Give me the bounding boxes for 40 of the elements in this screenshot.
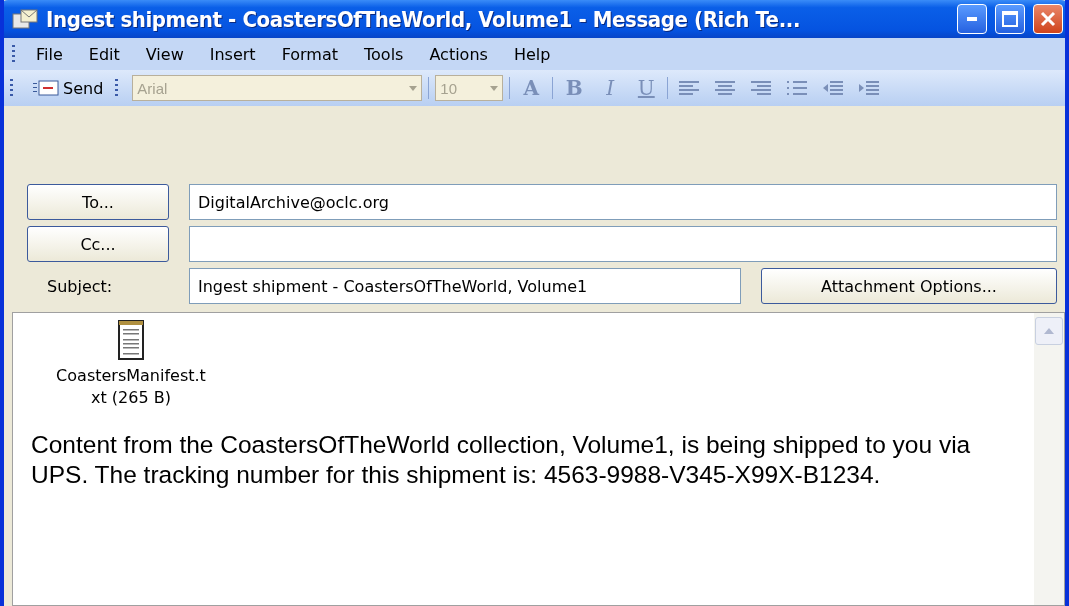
minimize-button[interactable] <box>957 4 987 34</box>
decrease-indent-icon <box>822 79 845 97</box>
menu-item[interactable]: Edit <box>75 44 133 64</box>
envelope-icon <box>33 80 59 96</box>
increase-indent-icon <box>858 79 881 97</box>
subject-label: Subject: <box>46 276 114 296</box>
minimize-icon <box>967 17 977 21</box>
menu-item[interactable]: View <box>132 44 197 64</box>
up-arrow-icon <box>1044 328 1054 334</box>
text-file-icon[interactable] <box>117 319 145 361</box>
attachment-name[interactable]: CoastersManifest.t xt (265 B) <box>56 365 206 409</box>
bullet-list-icon <box>786 79 809 97</box>
align-center-icon <box>714 79 737 97</box>
to-button[interactable]: To... <box>27 184 169 220</box>
menu-item[interactable]: Insert <box>196 44 269 64</box>
message-text: Content from the CoastersOfTheWorld collection, Volume1, is being shipped to you via UPS. The tracking number for this shipment is: 4563-9988-V345-X99X-B1234. <box>31 430 972 491</box>
align-left-icon <box>678 79 701 97</box>
grip-handle[interactable] <box>12 45 15 63</box>
menu-item[interactable]: File <box>23 44 76 64</box>
envelope-icon <box>12 8 38 30</box>
cc-field[interactable] <box>189 226 1057 262</box>
grip-handle[interactable] <box>115 79 119 97</box>
menu-item[interactable]: Tools <box>351 44 417 64</box>
to-field[interactable]: DigitalArchive@oclc.org <box>189 184 1057 220</box>
menu-item[interactable]: Format <box>268 44 351 64</box>
subject-field[interactable]: Ingest shipment - CoastersOfTheWorld, Volume1 <box>189 268 741 304</box>
maximize-icon <box>1002 11 1018 27</box>
grip-handle[interactable] <box>10 79 13 97</box>
menu-item[interactable]: Help <box>500 44 564 64</box>
window-title: Ingest shipment - CoastersOfTheWorld, Volume1 - Message (Rich Te... <box>46 6 801 32</box>
cc-button[interactable]: Cc... <box>27 226 169 262</box>
maximize-button[interactable] <box>995 4 1025 34</box>
close-button[interactable] <box>1033 4 1063 34</box>
close-icon <box>1040 11 1056 27</box>
scroll-up-button[interactable] <box>1035 317 1063 345</box>
attachment-options-button[interactable]: Attachment Options... <box>761 268 1057 304</box>
send-button[interactable]: Send <box>27 74 110 102</box>
menu-item[interactable]: Actions <box>416 44 501 64</box>
scrollbar[interactable] <box>1034 313 1064 605</box>
align-right-icon <box>750 79 773 97</box>
